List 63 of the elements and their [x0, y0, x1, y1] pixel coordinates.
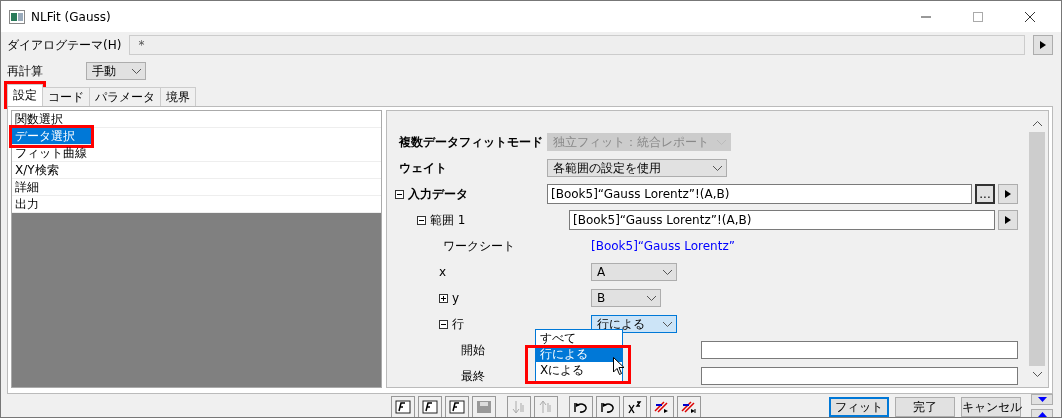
dialog-button[interactable]: 完了: [895, 397, 955, 417]
theme-label: ダイアログテーマ(H): [7, 36, 122, 54]
setting-label: y: [452, 291, 460, 305]
setting-label: 範囲 1: [430, 211, 466, 229]
undo-icon[interactable]: [569, 396, 593, 417]
tab[interactable]: コード: [42, 87, 90, 106]
collapse-icon[interactable]: [417, 215, 426, 225]
triangle-down-icon: [1037, 397, 1047, 402]
close-icon[interactable]: [1025, 11, 1035, 22]
play-icon: [1040, 41, 1046, 49]
setting-label: ワークシート: [443, 237, 515, 255]
sidebar-item[interactable]: フィット曲線: [12, 145, 381, 162]
setting-dropdown[interactable]: 各範囲の設定を使用: [547, 159, 727, 177]
setting-dropdown[interactable]: 行による: [591, 315, 677, 333]
redo-icon[interactable]: [596, 396, 620, 417]
setting-dropdown[interactable]: A: [591, 263, 677, 281]
setting-dropdown[interactable]: B: [591, 289, 661, 307]
range-menu-button[interactable]: [998, 184, 1018, 204]
chevron-down-icon: [713, 165, 722, 171]
expand-icon[interactable]: [439, 293, 448, 303]
setting-label: 入力データ: [408, 185, 468, 203]
recalc-dropdown[interactable]: 手動: [86, 62, 146, 80]
tab[interactable]: パラメータ: [89, 87, 161, 106]
range-menu-button[interactable]: [998, 210, 1018, 230]
worksheet-link[interactable]: [Book5]“Gauss Lorentz”: [591, 239, 735, 253]
chevron-down-icon: [647, 295, 656, 301]
dialog-button[interactable]: キャンセル: [961, 397, 1021, 417]
theme-menu-button[interactable]: [1033, 35, 1053, 55]
sidebar-item[interactable]: 詳細: [12, 179, 381, 196]
dialog-button[interactable]: フィット: [829, 397, 889, 417]
recalc-label: 再計算: [7, 62, 44, 80]
collapse-icon[interactable]: [439, 319, 448, 329]
input-field[interactable]: [701, 367, 1018, 385]
dropdown-option[interactable]: すべて: [536, 330, 622, 346]
setting-label: ウェイト: [399, 159, 447, 177]
window-app-icon: [9, 9, 25, 24]
chevron-up-icon[interactable]: [1032, 121, 1042, 126]
range-field[interactable]: [Book5]“Gauss Lorentz”!(A,B): [547, 184, 972, 204]
chi-square-icon[interactable]: [623, 396, 647, 417]
play-icon: [1005, 190, 1011, 198]
triangle-up-icon: [1037, 412, 1047, 417]
range-field[interactable]: [Book5]“Gauss Lorentz”!(A,B): [569, 210, 995, 230]
input-field[interactable]: [701, 341, 1018, 359]
browse-button[interactable]: ...: [975, 184, 995, 204]
setting-label: x: [439, 265, 447, 279]
tab[interactable]: 境界: [160, 87, 196, 106]
window-title: NLFit (Gauss): [31, 9, 111, 24]
setting-label: 開始: [461, 341, 485, 359]
expand-dialog-button[interactable]: [1031, 409, 1053, 417]
play-icon: [1005, 216, 1011, 224]
tab[interactable]: 設定: [7, 84, 43, 106]
chevron-down-icon: [663, 269, 672, 275]
chevron-down-icon[interactable]: [1032, 372, 1042, 377]
setting-label: 複数データフィットモード: [399, 133, 543, 151]
setting-label: 行: [452, 315, 464, 333]
chevron-down-icon: [663, 321, 672, 327]
theme-field[interactable]: *: [129, 35, 1025, 55]
collapse-dialog-button[interactable]: [1031, 394, 1053, 405]
chevron-down-icon: [132, 68, 141, 74]
setting-label: 最終: [461, 367, 485, 385]
collapse-icon[interactable]: [395, 189, 404, 199]
sidebar-item[interactable]: データ選択: [12, 128, 91, 145]
sidebar-item[interactable]: X/Y検索: [12, 162, 381, 179]
